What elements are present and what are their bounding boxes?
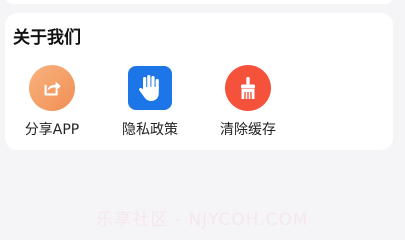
section-title: 关于我们 [13, 28, 81, 48]
clear-cache-button[interactable]: 清除缓存 [208, 65, 288, 141]
clear-cache-label: 清除缓存 [220, 122, 276, 138]
share-icon [29, 65, 75, 111]
about-us-card: 关于我们 分享APP 隐私政策 清除缓存 [5, 13, 393, 150]
previous-card [5, 0, 393, 4]
share-app-label: 分享APP [24, 122, 80, 138]
watermark: 乐享社区 - NJYCOH.COM [96, 210, 309, 230]
hand-stop-icon [128, 66, 172, 110]
broom-icon [225, 65, 271, 111]
share-app-button[interactable]: 分享APP [12, 65, 92, 141]
privacy-policy-label: 隐私政策 [122, 122, 178, 138]
privacy-policy-button[interactable]: 隐私政策 [110, 65, 190, 141]
